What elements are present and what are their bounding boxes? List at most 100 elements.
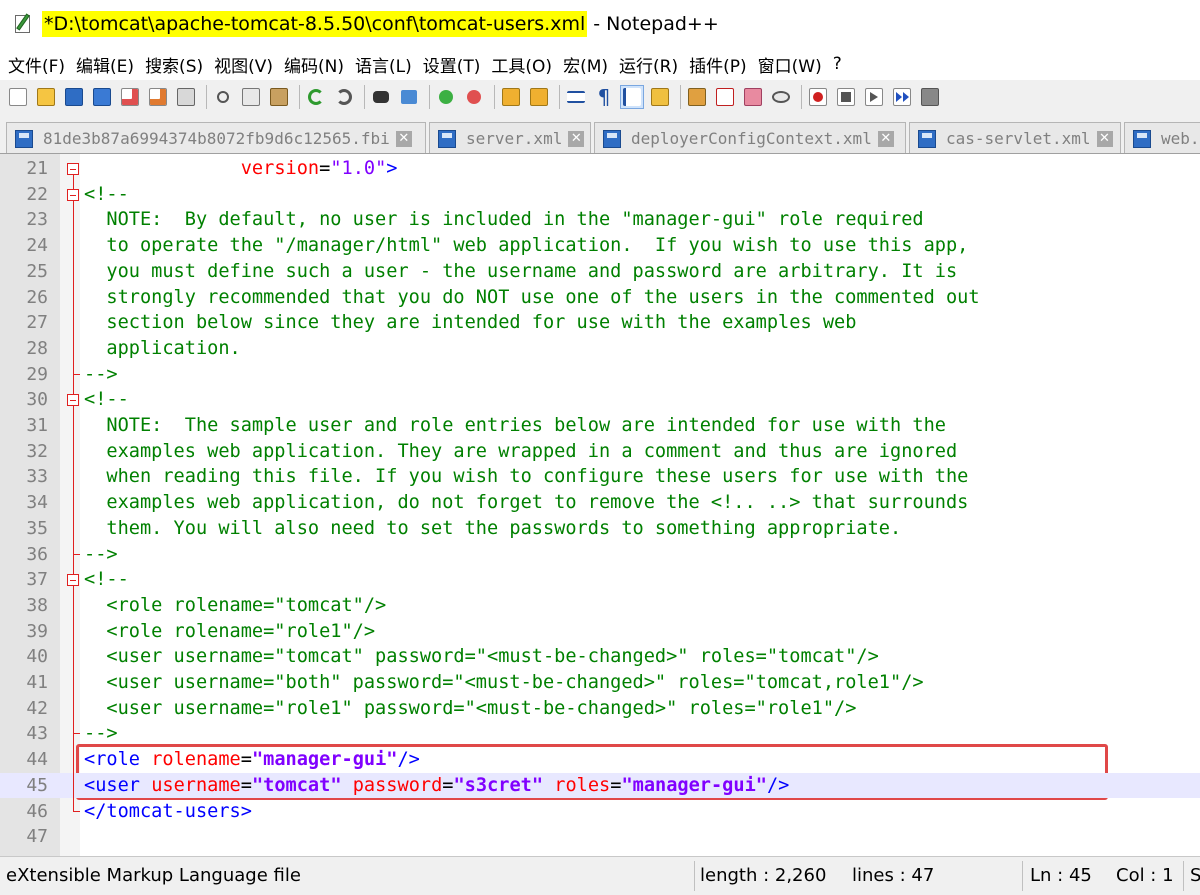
menu-item[interactable]: 工具(O): [491, 52, 552, 77]
editor-line[interactable]: 39 <role rolename="role1"/>: [0, 619, 1200, 645]
folder-workspace-icon[interactable]: [741, 85, 765, 109]
code-text: <user username="tomcat" password="s3cret…: [84, 774, 790, 796]
editor-line[interactable]: 21 version="1.0">: [0, 156, 1200, 182]
fold-toggle-icon[interactable]: [67, 574, 79, 587]
word-wrap-icon[interactable]: [564, 85, 588, 109]
menu-item[interactable]: 运行(R): [619, 52, 678, 77]
editor-line[interactable]: 40 <user username="tomcat" password="<mu…: [0, 644, 1200, 670]
save-icon[interactable]: [62, 85, 86, 109]
line-number: 21: [26, 158, 48, 179]
open-file-icon[interactable]: [34, 85, 58, 109]
line-number: 39: [26, 620, 48, 642]
line-number: 41: [26, 672, 48, 693]
menu-item[interactable]: 文件(F): [8, 52, 65, 77]
user-lang-icon[interactable]: [648, 85, 672, 109]
toolbar: ¶: [0, 80, 1200, 114]
editor-line[interactable]: 43 -->: [0, 721, 1200, 747]
editor-line[interactable]: 46 </tomcat-users>: [0, 799, 1200, 825]
menu-item[interactable]: ?: [833, 54, 842, 74]
editor-line[interactable]: 29 -->: [0, 362, 1200, 388]
code-text: them. You will also need to set the pass…: [84, 517, 902, 539]
menu-item[interactable]: 窗口(W): [758, 52, 822, 77]
editor-line[interactable]: 27 section below since they are intended…: [0, 310, 1200, 336]
editor-line[interactable]: 31 NOTE: The sample user and role entrie…: [0, 413, 1200, 439]
sync-horizontal-icon[interactable]: [527, 85, 551, 109]
close-tab-icon[interactable]: ✕: [395, 130, 412, 147]
editor-line[interactable]: 25 you must define such a user - the use…: [0, 259, 1200, 285]
save-all-icon[interactable]: [90, 85, 114, 109]
editor-line[interactable]: 45 <user username="tomcat" password="s3cr…: [0, 772, 1200, 799]
tab-server-xml[interactable]: server.xml ✕: [429, 122, 591, 153]
file-saved-icon: [1133, 129, 1151, 148]
function-list-icon[interactable]: [713, 85, 737, 109]
editor-line[interactable]: 28 application.: [0, 336, 1200, 362]
close-all-icon[interactable]: [146, 85, 170, 109]
menu-item[interactable]: 搜索(S): [145, 52, 203, 77]
menu-item[interactable]: 设置(T): [423, 52, 481, 77]
print-icon[interactable]: [174, 85, 198, 109]
menu-item[interactable]: 视图(V): [214, 52, 273, 77]
indent-guide-icon[interactable]: [620, 85, 644, 109]
show-all-chars-icon[interactable]: ¶: [592, 85, 616, 109]
tab-cas-servlet-xml[interactable]: cas-servlet.xml ✕: [909, 122, 1121, 153]
fold-toggle-icon[interactable]: [67, 394, 79, 407]
editor-line[interactable]: 42 <user username="role1" password="<mus…: [0, 696, 1200, 722]
close-tab-icon[interactable]: ✕: [877, 130, 894, 147]
tab-fbi-file[interactable]: 81de3b87a6994374b8072fb9d6c12565.fbi ✕: [6, 122, 426, 153]
line-number: 47: [26, 826, 48, 848]
editor-line[interactable]: 38 <role rolename="tomcat"/>: [0, 593, 1200, 619]
tab-web-xml[interactable]: web.: [1124, 122, 1200, 153]
editor-line[interactable]: 47: [0, 824, 1200, 850]
redo-icon[interactable]: [332, 85, 356, 109]
editor-line[interactable]: 34 examples web application, do not forg…: [0, 490, 1200, 516]
editor-line[interactable]: 24 to operate the "/manager/html" web ap…: [0, 233, 1200, 259]
zoom-out-icon[interactable]: [462, 85, 486, 109]
play-macro-icon[interactable]: [862, 85, 886, 109]
record-macro-icon[interactable]: [806, 85, 830, 109]
sync-vertical-icon[interactable]: [499, 85, 523, 109]
new-file-icon[interactable]: [6, 85, 30, 109]
editor-line[interactable]: 36 -->: [0, 542, 1200, 568]
line-number: 42: [26, 697, 48, 719]
editor-line[interactable]: 22 <!--: [0, 182, 1200, 208]
stop-macro-icon[interactable]: [834, 85, 858, 109]
monitoring-icon[interactable]: [769, 85, 793, 109]
close-tab-icon[interactable]: ✕: [1096, 130, 1113, 147]
menu-item[interactable]: 编辑(E): [76, 52, 134, 77]
editor-line[interactable]: 37 <!--: [0, 567, 1200, 593]
fold-end-marker: [73, 553, 80, 555]
text-editor[interactable]: 21 version="1.0"> 22 <!-- 23 NOTE: By defau…: [0, 154, 1200, 856]
find-icon[interactable]: [369, 85, 393, 109]
editor-line[interactable]: 35 them. You will also need to set the p…: [0, 516, 1200, 542]
editor-line[interactable]: 33 when reading this file. If you wish t…: [0, 464, 1200, 490]
code-text: -->: [84, 543, 118, 565]
editor-line[interactable]: 23 NOTE: By default, no user is included…: [0, 207, 1200, 233]
editor-line[interactable]: 32 examples web application. They are wr…: [0, 439, 1200, 465]
line-number: 34: [26, 492, 48, 514]
save-macro-icon[interactable]: [918, 85, 942, 109]
paste-icon[interactable]: [267, 85, 291, 109]
fold-toggle-icon[interactable]: [67, 163, 79, 175]
menu-item[interactable]: 插件(P): [689, 52, 747, 77]
menu-item[interactable]: 编码(N): [284, 52, 344, 77]
close-file-icon[interactable]: [118, 85, 142, 109]
run-macro-multiple-icon[interactable]: [890, 85, 914, 109]
editor-line[interactable]: 26 strongly recommended that you do NOT …: [0, 285, 1200, 311]
line-number: 33: [26, 466, 48, 488]
line-number: 43: [26, 723, 48, 745]
doc-map-icon[interactable]: [685, 85, 709, 109]
close-tab-icon[interactable]: ✕: [568, 130, 585, 147]
menu-item[interactable]: 宏(M): [563, 52, 608, 77]
tab-deployerconfigcontext-xml[interactable]: deployerConfigContext.xml ✕: [594, 122, 906, 153]
editor-line[interactable]: 30 <!--: [0, 387, 1200, 413]
menu-item[interactable]: 语言(L): [355, 52, 412, 77]
line-number: 35: [26, 517, 48, 539]
editor-line[interactable]: 44 <role rolename="manager-gui"/>: [0, 747, 1200, 773]
zoom-in-icon[interactable]: [434, 85, 458, 109]
cut-icon[interactable]: [211, 85, 235, 109]
editor-line[interactable]: 41 <user username="both" password="<must…: [0, 670, 1200, 696]
copy-icon[interactable]: [239, 85, 263, 109]
undo-icon[interactable]: [304, 85, 328, 109]
replace-icon[interactable]: [397, 85, 421, 109]
fold-toggle-icon[interactable]: [67, 188, 79, 201]
